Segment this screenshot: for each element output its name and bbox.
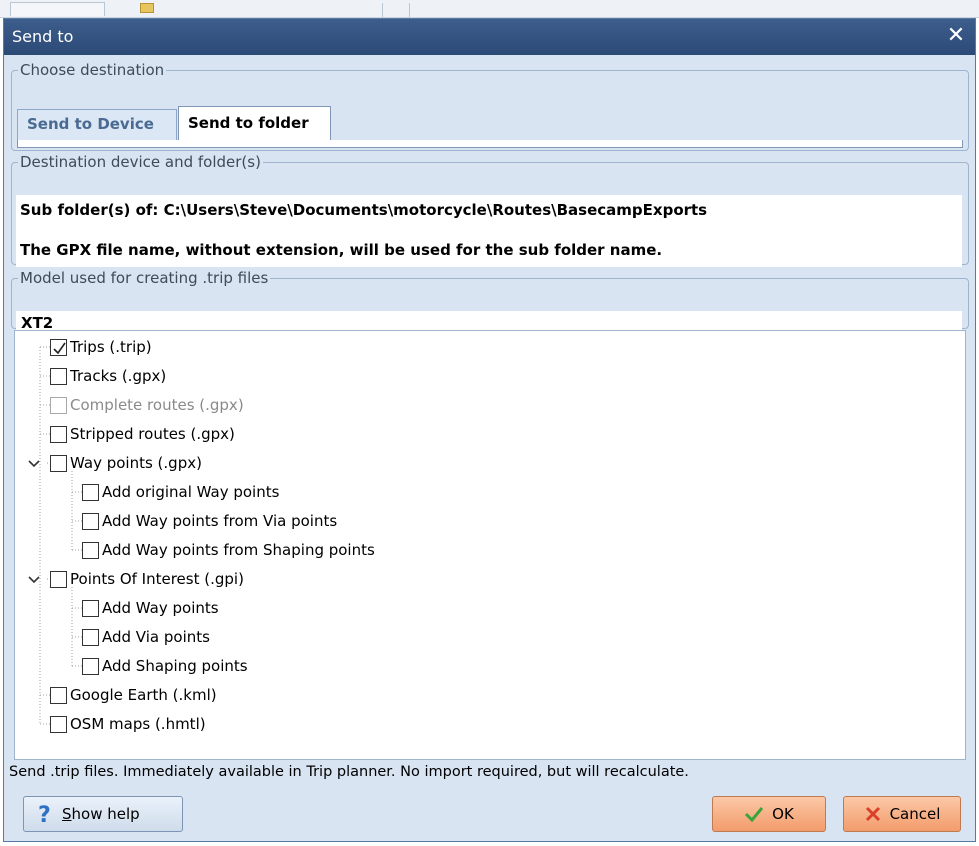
model-group: Model used for creating .trip files XT2 bbox=[11, 269, 969, 337]
cancel-button[interactable]: Cancel bbox=[843, 796, 961, 832]
add-original-way-points-checkbox[interactable] bbox=[82, 483, 99, 501]
tab-send-to-folder[interactable]: Send to folder bbox=[178, 106, 331, 140]
destination-group: Destination device and folder(s) Sub fol… bbox=[11, 153, 969, 267]
destination-legend: Destination device and folder(s) bbox=[20, 153, 261, 171]
show-help-label-rest: how help bbox=[71, 805, 140, 823]
folder-icon bbox=[140, 3, 154, 13]
way-points-label: Way points (.gpx) bbox=[70, 454, 202, 472]
choose-destination-group: Choose destination Send to Device Send t… bbox=[11, 61, 969, 151]
tree-item-add-way-points: Add Way points bbox=[82, 597, 219, 619]
close-icon[interactable]: ✕ bbox=[943, 23, 969, 49]
complete-routes-checkbox bbox=[50, 396, 67, 414]
add-way-points-from-via-checkbox[interactable] bbox=[82, 512, 99, 530]
dialog-title: Send to bbox=[12, 27, 74, 46]
tracks-checkbox[interactable] bbox=[50, 367, 67, 385]
background-window-strip bbox=[0, 0, 979, 18]
show-help-mnemonic: S bbox=[62, 805, 72, 823]
complete-routes-label: Complete routes (.gpx) bbox=[70, 396, 244, 414]
background-tab bbox=[10, 2, 105, 16]
cancel-x-icon bbox=[864, 805, 882, 823]
stripped-routes-checkbox[interactable] bbox=[50, 425, 67, 443]
trips-checkbox[interactable] bbox=[50, 338, 67, 356]
tree-item-add-shaping-points: Add Shaping points bbox=[82, 655, 248, 677]
tab-panel bbox=[17, 140, 963, 148]
add-via-points-label: Add Via points bbox=[102, 628, 210, 646]
tree-item-add-original-way-points: Add original Way points bbox=[82, 481, 279, 503]
google-earth-label: Google Earth (.kml) bbox=[70, 686, 217, 704]
title-bar: Send to ✕ bbox=[4, 19, 975, 55]
tree-item-trips: Trips (.trip) bbox=[50, 336, 152, 358]
ok-label: OK bbox=[772, 805, 794, 823]
add-shaping-points-checkbox[interactable] bbox=[82, 657, 99, 675]
stripped-routes-label: Stripped routes (.gpx) bbox=[70, 425, 235, 443]
add-via-points-checkbox[interactable] bbox=[82, 628, 99, 646]
chevron-down-icon[interactable] bbox=[28, 458, 40, 470]
add-way-points-label: Add Way points bbox=[102, 599, 219, 617]
tree-item-points-of-interest: Points Of Interest (.gpi) bbox=[50, 568, 244, 590]
tree-item-add-via-points: Add Via points bbox=[82, 626, 210, 648]
tree-item-tracks: Tracks (.gpx) bbox=[50, 365, 166, 387]
add-original-way-points-label: Add original Way points bbox=[102, 483, 280, 501]
export-options-tree: Trips (.trip) Tracks (.gpx) Complete rou… bbox=[14, 330, 966, 760]
tab-send-to-device[interactable]: Send to Device bbox=[17, 109, 177, 140]
show-help-label: Show help bbox=[62, 805, 140, 823]
osm-maps-checkbox[interactable] bbox=[50, 715, 67, 733]
tree-item-stripped-routes: Stripped routes (.gpx) bbox=[50, 423, 235, 445]
ok-button[interactable]: OK bbox=[712, 796, 826, 832]
tree-item-osm-maps: OSM maps (.hmtl) bbox=[50, 713, 206, 735]
add-way-points-checkbox[interactable] bbox=[82, 599, 99, 617]
points-of-interest-checkbox[interactable] bbox=[50, 570, 67, 588]
tree-item-way-points: Way points (.gpx) bbox=[50, 452, 202, 474]
tree-item-add-way-points-from-shaping: Add Way points from Shaping points bbox=[82, 539, 375, 561]
checkmark-icon bbox=[744, 805, 764, 823]
add-shaping-points-label: Add Shaping points bbox=[102, 657, 248, 675]
add-way-points-from-shaping-label: Add Way points from Shaping points bbox=[102, 541, 375, 559]
tracks-label: Tracks (.gpx) bbox=[70, 367, 167, 385]
osm-maps-label: OSM maps (.hmtl) bbox=[70, 715, 206, 733]
svg-text:?: ? bbox=[38, 803, 51, 825]
status-text: Send .trip files. Immediately available … bbox=[9, 764, 689, 780]
tree-item-complete-routes: Complete routes (.gpx) bbox=[50, 394, 244, 416]
choose-destination-legend: Choose destination bbox=[20, 61, 165, 79]
show-help-button[interactable]: ? Show help bbox=[23, 796, 183, 832]
tree-item-google-earth: Google Earth (.kml) bbox=[50, 684, 217, 706]
destination-path-text: Sub folder(s) of: C:\Users\Steve\Documen… bbox=[20, 201, 708, 219]
points-of-interest-label: Points Of Interest (.gpi) bbox=[70, 570, 244, 588]
add-way-points-from-via-label: Add Way points from Via points bbox=[102, 512, 338, 530]
way-points-checkbox[interactable] bbox=[50, 454, 67, 472]
destination-note-text: The GPX file name, without extension, wi… bbox=[20, 241, 663, 259]
tree-item-add-way-points-from-via: Add Way points from Via points bbox=[82, 510, 337, 532]
background-splitter bbox=[382, 3, 410, 17]
destination-info-box: Sub folder(s) of: C:\Users\Steve\Documen… bbox=[16, 195, 962, 267]
cancel-label: Cancel bbox=[889, 805, 941, 823]
send-to-dialog: Send to ✕ Choose destination Send to Dev… bbox=[3, 18, 976, 842]
chevron-down-icon[interactable] bbox=[28, 574, 40, 586]
model-legend: Model used for creating .trip files bbox=[20, 269, 269, 287]
add-way-points-from-shaping-checkbox[interactable] bbox=[82, 541, 99, 559]
trips-label: Trips (.trip) bbox=[70, 338, 152, 356]
google-earth-checkbox[interactable] bbox=[50, 686, 67, 704]
help-question-icon: ? bbox=[36, 803, 54, 825]
